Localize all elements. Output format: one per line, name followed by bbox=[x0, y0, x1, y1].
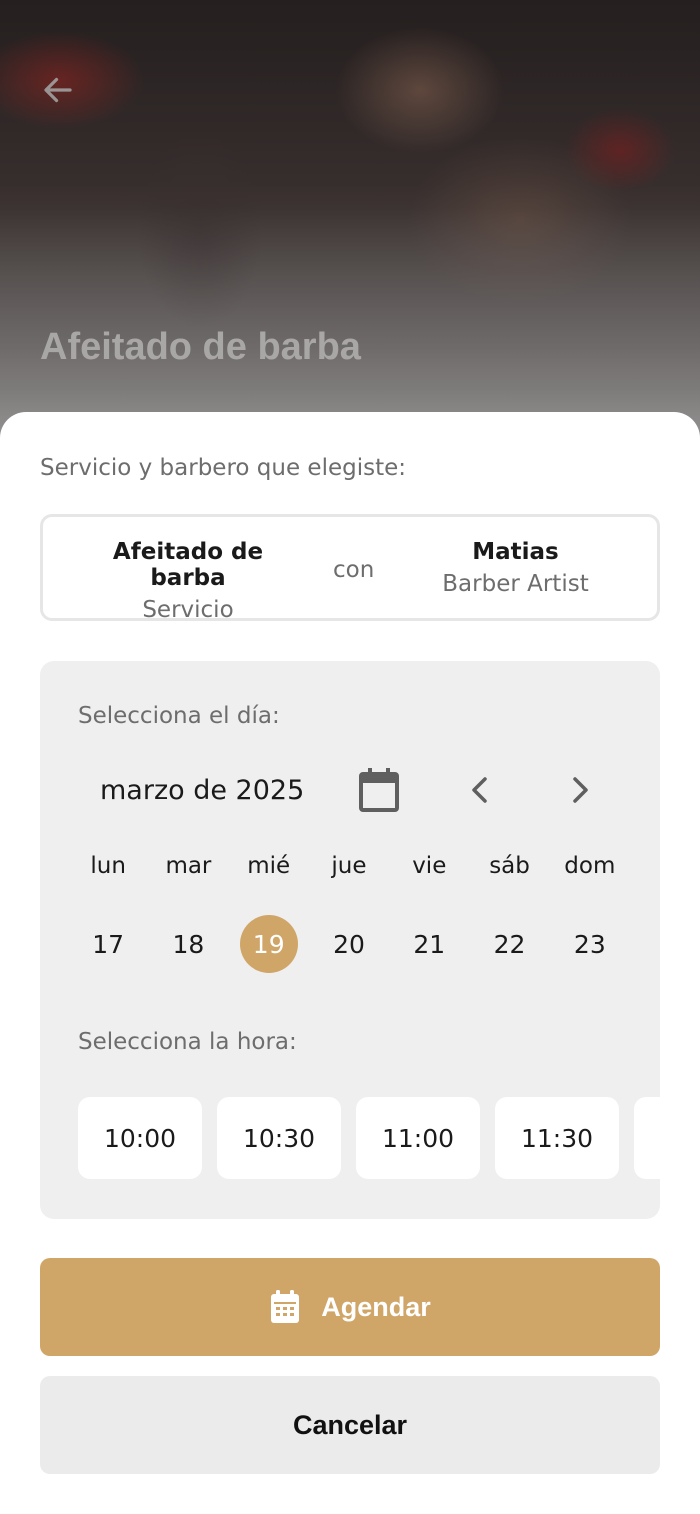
selection-label: Servicio y barbero que elegiste: bbox=[40, 455, 407, 481]
date-option[interactable]: 17 bbox=[68, 915, 148, 973]
service-title: Afeitado de barba bbox=[40, 326, 361, 368]
time-slot[interactable]: 10:00 bbox=[78, 1097, 202, 1179]
weekday-header: lun mar mié jue vie sáb dom bbox=[68, 853, 630, 879]
weekday-label: sáb bbox=[489, 853, 530, 879]
date-option[interactable]: 23 bbox=[550, 915, 630, 973]
service-caption: Servicio bbox=[142, 597, 234, 623]
service-summary: Afeitado de barba Servicio bbox=[83, 539, 293, 623]
month-label: marzo de 2025 bbox=[100, 775, 305, 806]
date-option[interactable]: 18 bbox=[148, 915, 228, 973]
previous-week-button[interactable] bbox=[464, 773, 496, 807]
weekday-label: lun bbox=[90, 853, 126, 879]
cancel-button[interactable]: Cancelar bbox=[40, 1376, 660, 1474]
date-number: 22 bbox=[493, 929, 526, 959]
barber-name: Matias bbox=[472, 539, 559, 565]
weekday-label: jue bbox=[331, 853, 367, 879]
calendar-grid-icon bbox=[271, 1290, 300, 1323]
date-number: 23 bbox=[573, 929, 606, 959]
date-option-selected[interactable]: 19 bbox=[229, 915, 309, 973]
date-number: 18 bbox=[172, 929, 205, 959]
cancel-label: Cancelar bbox=[292, 1409, 408, 1440]
weekday-label: mié bbox=[247, 853, 291, 879]
hour-label: Selecciona la hora: bbox=[78, 1029, 297, 1055]
date-option[interactable]: 20 bbox=[309, 915, 389, 973]
back-button[interactable] bbox=[30, 66, 86, 114]
service-name: Afeitado de barba bbox=[112, 539, 264, 591]
schedule-button[interactable]: Agendar bbox=[40, 1258, 660, 1356]
booking-sheet: Servicio y barbero que elegiste: Afeitad… bbox=[0, 412, 700, 1514]
weekday-label: vie bbox=[412, 853, 447, 879]
calendar-icon bbox=[359, 768, 399, 812]
arrow-left-icon bbox=[44, 77, 72, 103]
chevron-left-icon bbox=[472, 777, 487, 803]
time-slot[interactable]: 11:00 bbox=[356, 1097, 480, 1179]
chevron-right-icon bbox=[573, 777, 588, 803]
weekday-label: dom bbox=[564, 853, 616, 879]
time-slot[interactable] bbox=[634, 1097, 660, 1179]
weekday-label: mar bbox=[165, 853, 212, 879]
next-week-button[interactable] bbox=[564, 773, 596, 807]
connector-text: con bbox=[333, 557, 375, 583]
calendar-button[interactable] bbox=[358, 767, 400, 813]
date-number: 20 bbox=[333, 929, 365, 959]
date-number: 17 bbox=[92, 929, 125, 959]
schedule-label: Agendar bbox=[321, 1291, 431, 1322]
barber-caption: Barber Artist bbox=[442, 571, 589, 597]
time-slot[interactable]: 10:30 bbox=[217, 1097, 341, 1179]
time-slot[interactable]: 11:30 bbox=[495, 1097, 619, 1179]
schedule-picker-panel: Selecciona el día: marzo de 2025 lun mar… bbox=[40, 661, 660, 1219]
selection-summary-card: Afeitado de barba Servicio con Matias Ba… bbox=[40, 514, 660, 623]
date-option[interactable]: 22 bbox=[469, 915, 549, 973]
date-number: 19 bbox=[239, 915, 298, 973]
date-row: 17 18 19 20 21 22 23 bbox=[68, 915, 630, 973]
hero-banner: Afeitado de barba bbox=[0, 0, 700, 460]
day-label: Selecciona el día: bbox=[78, 703, 280, 729]
barber-summary: Matias Barber Artist bbox=[413, 539, 618, 597]
date-number: 21 bbox=[413, 929, 446, 959]
date-option[interactable]: 21 bbox=[389, 915, 469, 973]
time-slot-list[interactable]: 10:00 10:30 11:00 11:30 bbox=[78, 1097, 660, 1179]
